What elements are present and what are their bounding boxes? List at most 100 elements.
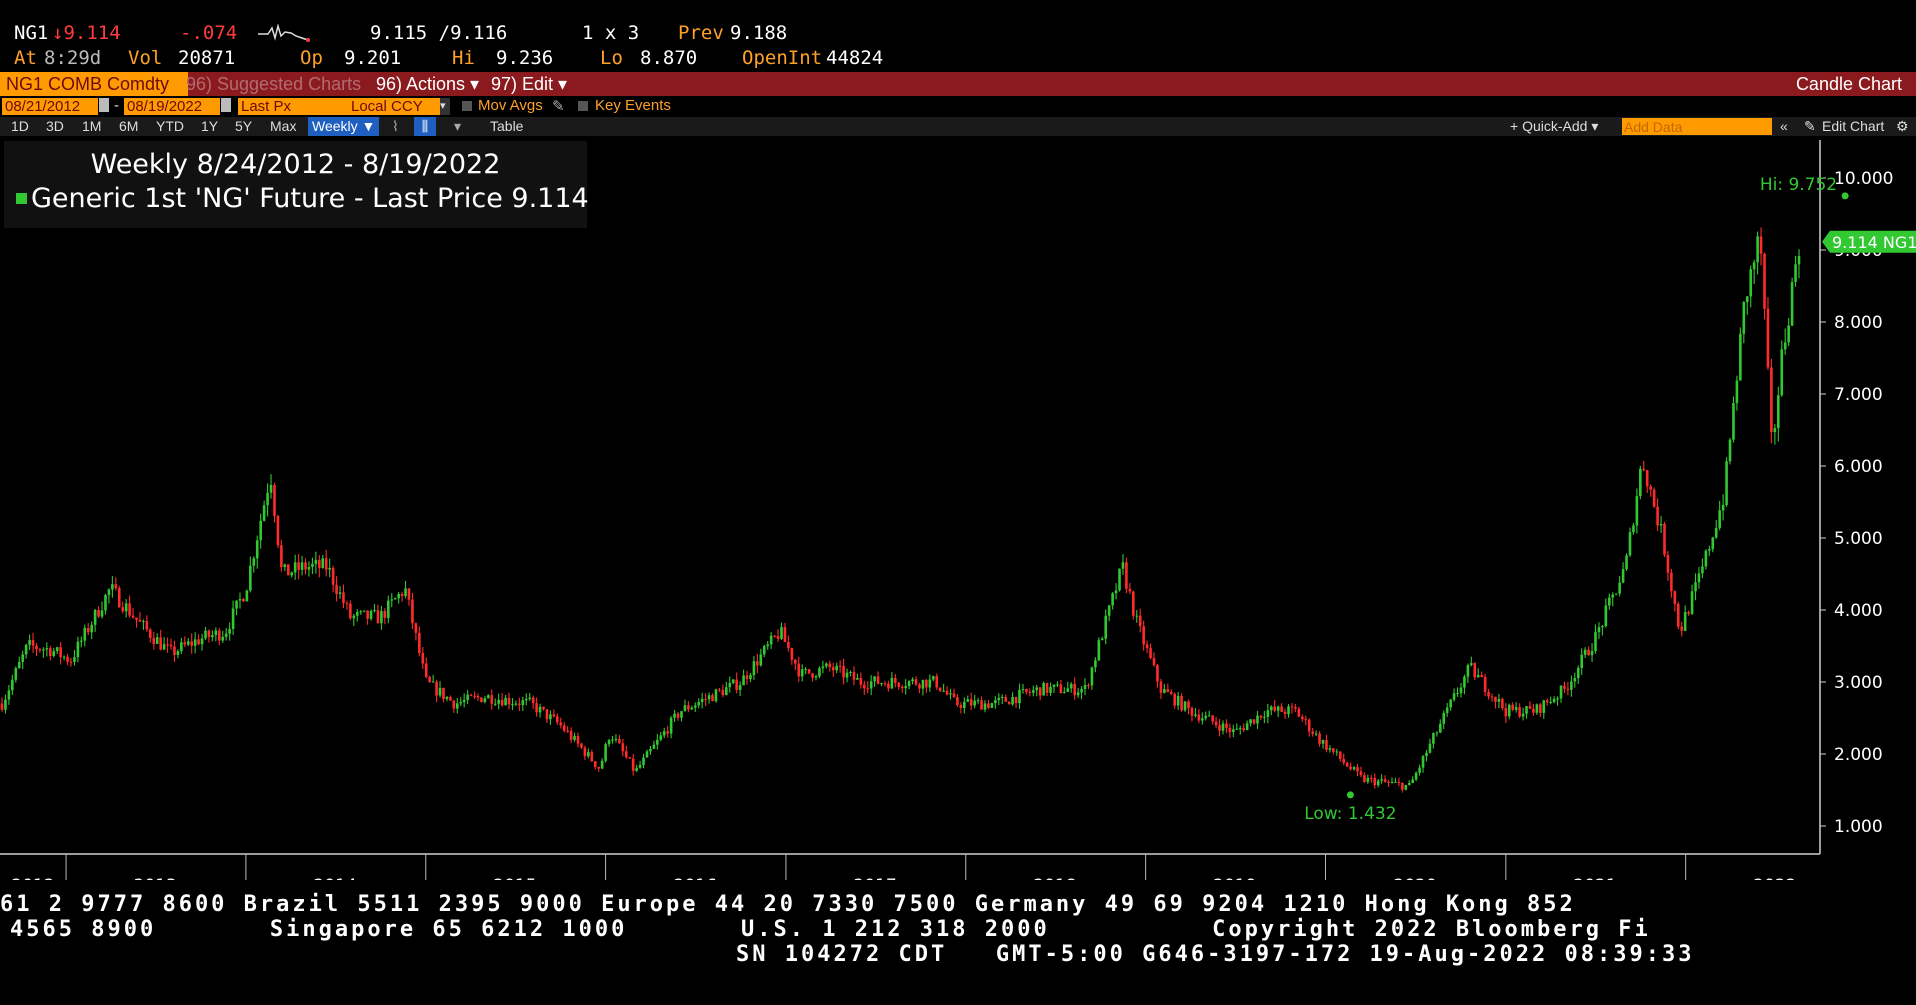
candle-body (259, 520, 262, 541)
period-max[interactable]: Max (270, 117, 296, 136)
calendar-icon[interactable] (99, 98, 109, 112)
actions-menu[interactable]: 96) Actions ▾ (370, 72, 485, 96)
candle-body (1176, 695, 1180, 706)
candle-body (725, 687, 728, 696)
period-ytd[interactable]: YTD (156, 117, 184, 136)
candle-body (1301, 716, 1304, 720)
candle-body (1680, 626, 1684, 631)
period-1d[interactable]: 1D (11, 117, 29, 136)
candle-body (1183, 701, 1187, 711)
candle-body (324, 558, 328, 570)
mov-avgs-checkbox[interactable] (462, 101, 472, 111)
at-label: At (14, 47, 37, 69)
candle-body (1335, 751, 1339, 753)
candle-body (0, 703, 4, 710)
candle-body (1483, 677, 1487, 693)
candle-body (1107, 605, 1111, 616)
chevron-down-icon[interactable]: ▾ (440, 98, 450, 115)
candle-body (849, 671, 852, 673)
candle-body (994, 700, 997, 704)
candle-body (1194, 714, 1197, 716)
candle-body (645, 751, 649, 758)
candle-body (55, 647, 59, 652)
pencil-icon[interactable]: ✎ (552, 97, 565, 115)
candle-body (28, 640, 31, 645)
candle-body (942, 690, 945, 692)
y-tick-label: 7.000 (1834, 385, 1883, 405)
candle-body (138, 619, 142, 622)
ticker-symbol[interactable]: NG1 (14, 22, 48, 44)
collapse-icon[interactable]: « (1780, 117, 1788, 136)
frequency-select[interactable]: Weekly ▼ (308, 117, 380, 136)
candle-body (1628, 532, 1632, 556)
currency-select[interactable]: Local CCY (348, 98, 440, 115)
candle-body (24, 644, 28, 655)
start-date-input[interactable]: 08/21/2012 (2, 98, 98, 115)
candle-body (1790, 281, 1794, 326)
candle-body (1190, 707, 1194, 716)
candle-body (380, 611, 383, 624)
x-tick-label: 2015 (493, 876, 536, 880)
chart-type-title: Candle Chart (1795, 74, 1902, 94)
x-tick-label: 2019 (1213, 876, 1256, 880)
period-5y[interactable]: 5Y (235, 117, 252, 136)
candle-body (31, 640, 35, 646)
candle-body (890, 677, 894, 689)
candle-body (1211, 715, 1214, 722)
line-chart-icon[interactable]: ⌇ (392, 117, 399, 136)
period-3d[interactable]: 3D (46, 117, 64, 136)
candle-body (1249, 719, 1252, 724)
quick-add-button[interactable]: + Quick-Add ▾ (1510, 117, 1598, 136)
candle-body (1687, 612, 1690, 614)
candle-body (1632, 525, 1635, 533)
candle-body (718, 689, 721, 691)
period-6m[interactable]: 6M (119, 117, 138, 136)
period-1m[interactable]: 1M (82, 117, 101, 136)
candle-chart-icon[interactable]: ⫼ (414, 117, 436, 136)
y-tick-label: 4.000 (1834, 601, 1883, 621)
candle-body (1711, 537, 1715, 550)
gear-icon[interactable]: ⚙ (1896, 117, 1909, 136)
candle-body (1035, 687, 1039, 691)
candle-body (1256, 715, 1259, 724)
chevron-down-icon[interactable]: ▾ (454, 117, 461, 136)
candle-body (1670, 572, 1673, 592)
candle-body (766, 644, 770, 647)
candle-body (928, 679, 932, 688)
pencil-icon[interactable]: ✎ (1804, 117, 1816, 136)
candle-body (707, 695, 711, 700)
table-button[interactable]: Table (490, 117, 523, 136)
candle-body (1697, 573, 1701, 583)
edit-menu[interactable]: 97) Edit ▾ (485, 72, 573, 96)
edit-chart-button[interactable]: Edit Chart (1822, 117, 1884, 136)
candle-body (704, 698, 707, 700)
candle-body (559, 722, 563, 726)
candle-body (1625, 555, 1628, 570)
candle-body (642, 757, 645, 766)
bid-ask-size: 1 x 3 (582, 22, 640, 44)
candle-body (900, 686, 904, 689)
candle-body (807, 669, 811, 674)
candle-chart[interactable]: 1.000 2.000 3.000 4.000 5.000 6.000 7.000 8.000… (0, 140, 1916, 880)
candle-body (1739, 333, 1742, 381)
candle-body (1742, 302, 1746, 334)
candle-body (583, 747, 587, 757)
candle-body (418, 632, 421, 654)
candle-body (342, 592, 345, 604)
security-field[interactable]: NG1 COMB Comdty (0, 72, 188, 96)
candle-body (1542, 700, 1546, 713)
candle-body (693, 705, 697, 708)
candle-body (521, 700, 525, 705)
suggested-charts-menu[interactable]: 96) Suggested Charts (180, 72, 367, 96)
candle-body (1428, 743, 1432, 753)
candle-body (1749, 269, 1753, 297)
calendar-icon[interactable] (221, 98, 231, 112)
field-select[interactable]: Last Px (238, 98, 350, 115)
vol-value: 20871 (178, 47, 236, 69)
candle-body (1100, 638, 1104, 641)
period-1y[interactable]: 1Y (201, 117, 218, 136)
end-date-input[interactable]: 08/19/2022 (124, 98, 220, 115)
high-value: 9.236 (496, 47, 554, 69)
add-data-input[interactable]: Add Data (1622, 118, 1772, 135)
key-events-checkbox[interactable] (578, 101, 588, 111)
